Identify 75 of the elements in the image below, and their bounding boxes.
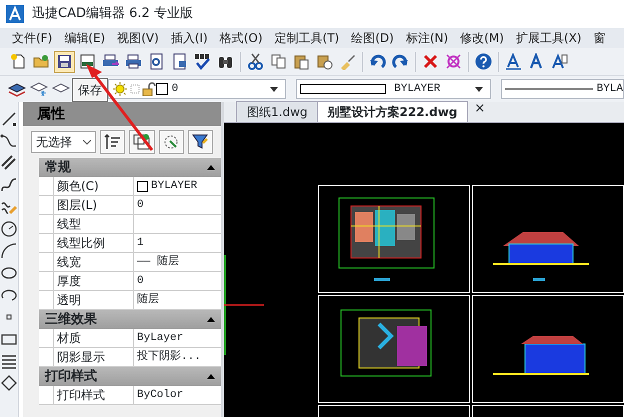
quick-select-icon — [162, 133, 180, 151]
save-icon[interactable] — [54, 50, 75, 72]
color-swatch-icon — [156, 83, 168, 95]
property-label: 材质 — [53, 329, 134, 347]
menu-item[interactable]: 标注(N) — [400, 29, 454, 47]
menu-item[interactable]: 绘图(D) — [345, 29, 400, 47]
color-swatch-icon — [300, 84, 386, 94]
property-label: 打印样式 — [53, 386, 134, 404]
crosshair-icon — [224, 255, 264, 355]
select-objects-icon — [133, 133, 152, 151]
line-sample-icon — [504, 87, 593, 91]
text-style-icon[interactable] — [503, 50, 524, 72]
menu-item[interactable]: 修改(M) — [454, 29, 510, 47]
quick-select-button[interactable] — [158, 130, 184, 154]
menu-item[interactable]: 视图(V) — [111, 29, 165, 47]
line-icon[interactable] — [0, 110, 18, 128]
color-dropdown[interactable]: BYLAYER — [296, 79, 491, 99]
selection-dropdown[interactable]: 无选择 — [31, 131, 96, 153]
document-tab[interactable]: 图纸1.dwg — [236, 101, 318, 122]
menu-item[interactable]: 插入(I) — [164, 29, 214, 47]
padlock-icon — [142, 82, 156, 96]
property-value[interactable]: 1 — [134, 234, 221, 252]
help-icon[interactable] — [473, 50, 494, 72]
collapse-icon[interactable] — [207, 165, 215, 170]
cut-icon[interactable] — [245, 50, 266, 72]
app-logo-icon — [6, 5, 24, 23]
property-value[interactable]: 随层 — [134, 291, 221, 309]
property-value[interactable]: ByColor — [134, 386, 221, 404]
collapse-icon[interactable] — [207, 374, 215, 379]
layer-state-icon[interactable] — [30, 80, 48, 98]
property-value[interactable]: —— 随层 — [134, 253, 221, 271]
section-header[interactable]: 打印样式 — [39, 367, 221, 386]
linetype-dropdown[interactable]: BYLA — [500, 79, 624, 99]
filter-button[interactable] — [188, 130, 214, 154]
menu-item[interactable]: 格式(O) — [214, 29, 269, 47]
dropdown-arrow-icon — [270, 86, 278, 92]
close-tab-button[interactable]: × — [474, 98, 486, 118]
menu-item[interactable]: 扩展工具(X) — [510, 29, 588, 47]
dropdown-arrow-icon — [474, 86, 483, 92]
menu-item[interactable]: 文件(F) — [6, 29, 58, 47]
collapse-icon[interactable] — [207, 317, 215, 322]
panel-title: 属性 — [37, 104, 65, 124]
property-label: 颜色(C) — [53, 177, 134, 195]
layer-dropdown[interactable]: 0 — [108, 79, 286, 99]
property-label: 线宽 — [53, 253, 134, 271]
polygon-icon[interactable] — [0, 374, 18, 392]
property-label: 图层(L) — [53, 196, 134, 214]
sort-list-button[interactable] — [100, 130, 126, 154]
spline-icon[interactable] — [0, 176, 18, 194]
menu-item[interactable]: 定制工具(T) — [268, 29, 346, 47]
filter-icon — [191, 133, 210, 151]
property-value[interactable]: 0 — [134, 196, 221, 214]
chevron-down-icon — [83, 140, 92, 144]
property-value[interactable]: 投下阴影... — [134, 348, 221, 366]
multiline-icon[interactable] — [0, 154, 18, 172]
menu-item[interactable]: 窗 — [587, 29, 612, 47]
sort-list-icon — [104, 133, 122, 151]
color-swatch-icon — [137, 180, 148, 192]
polyline-icon[interactable] — [0, 132, 18, 150]
arc-icon[interactable] — [0, 242, 18, 260]
tooltip: 保存 — [72, 78, 108, 102]
circle-icon[interactable] — [0, 220, 18, 238]
property-value[interactable]: 0 — [134, 272, 221, 290]
property-value[interactable]: ByLayer — [134, 329, 221, 347]
document-tab[interactable]: 别墅设计方案222.dwg — [316, 101, 468, 122]
property-label: 线型 — [53, 215, 134, 233]
property-label: 透明 — [53, 291, 134, 309]
section-header[interactable]: 三维效果 — [39, 310, 221, 329]
property-label: 线型比例 — [53, 234, 134, 252]
window-title: 迅捷CAD编辑器 6.2 专业版 — [32, 5, 193, 24]
property-label: 厚度 — [53, 272, 134, 290]
section-header[interactable]: 常规 — [39, 158, 221, 177]
property-label: 阴影显示 — [53, 348, 134, 366]
property-value[interactable]: BYLAYER — [134, 177, 221, 195]
menu-item[interactable]: 编辑(E) — [58, 29, 112, 47]
